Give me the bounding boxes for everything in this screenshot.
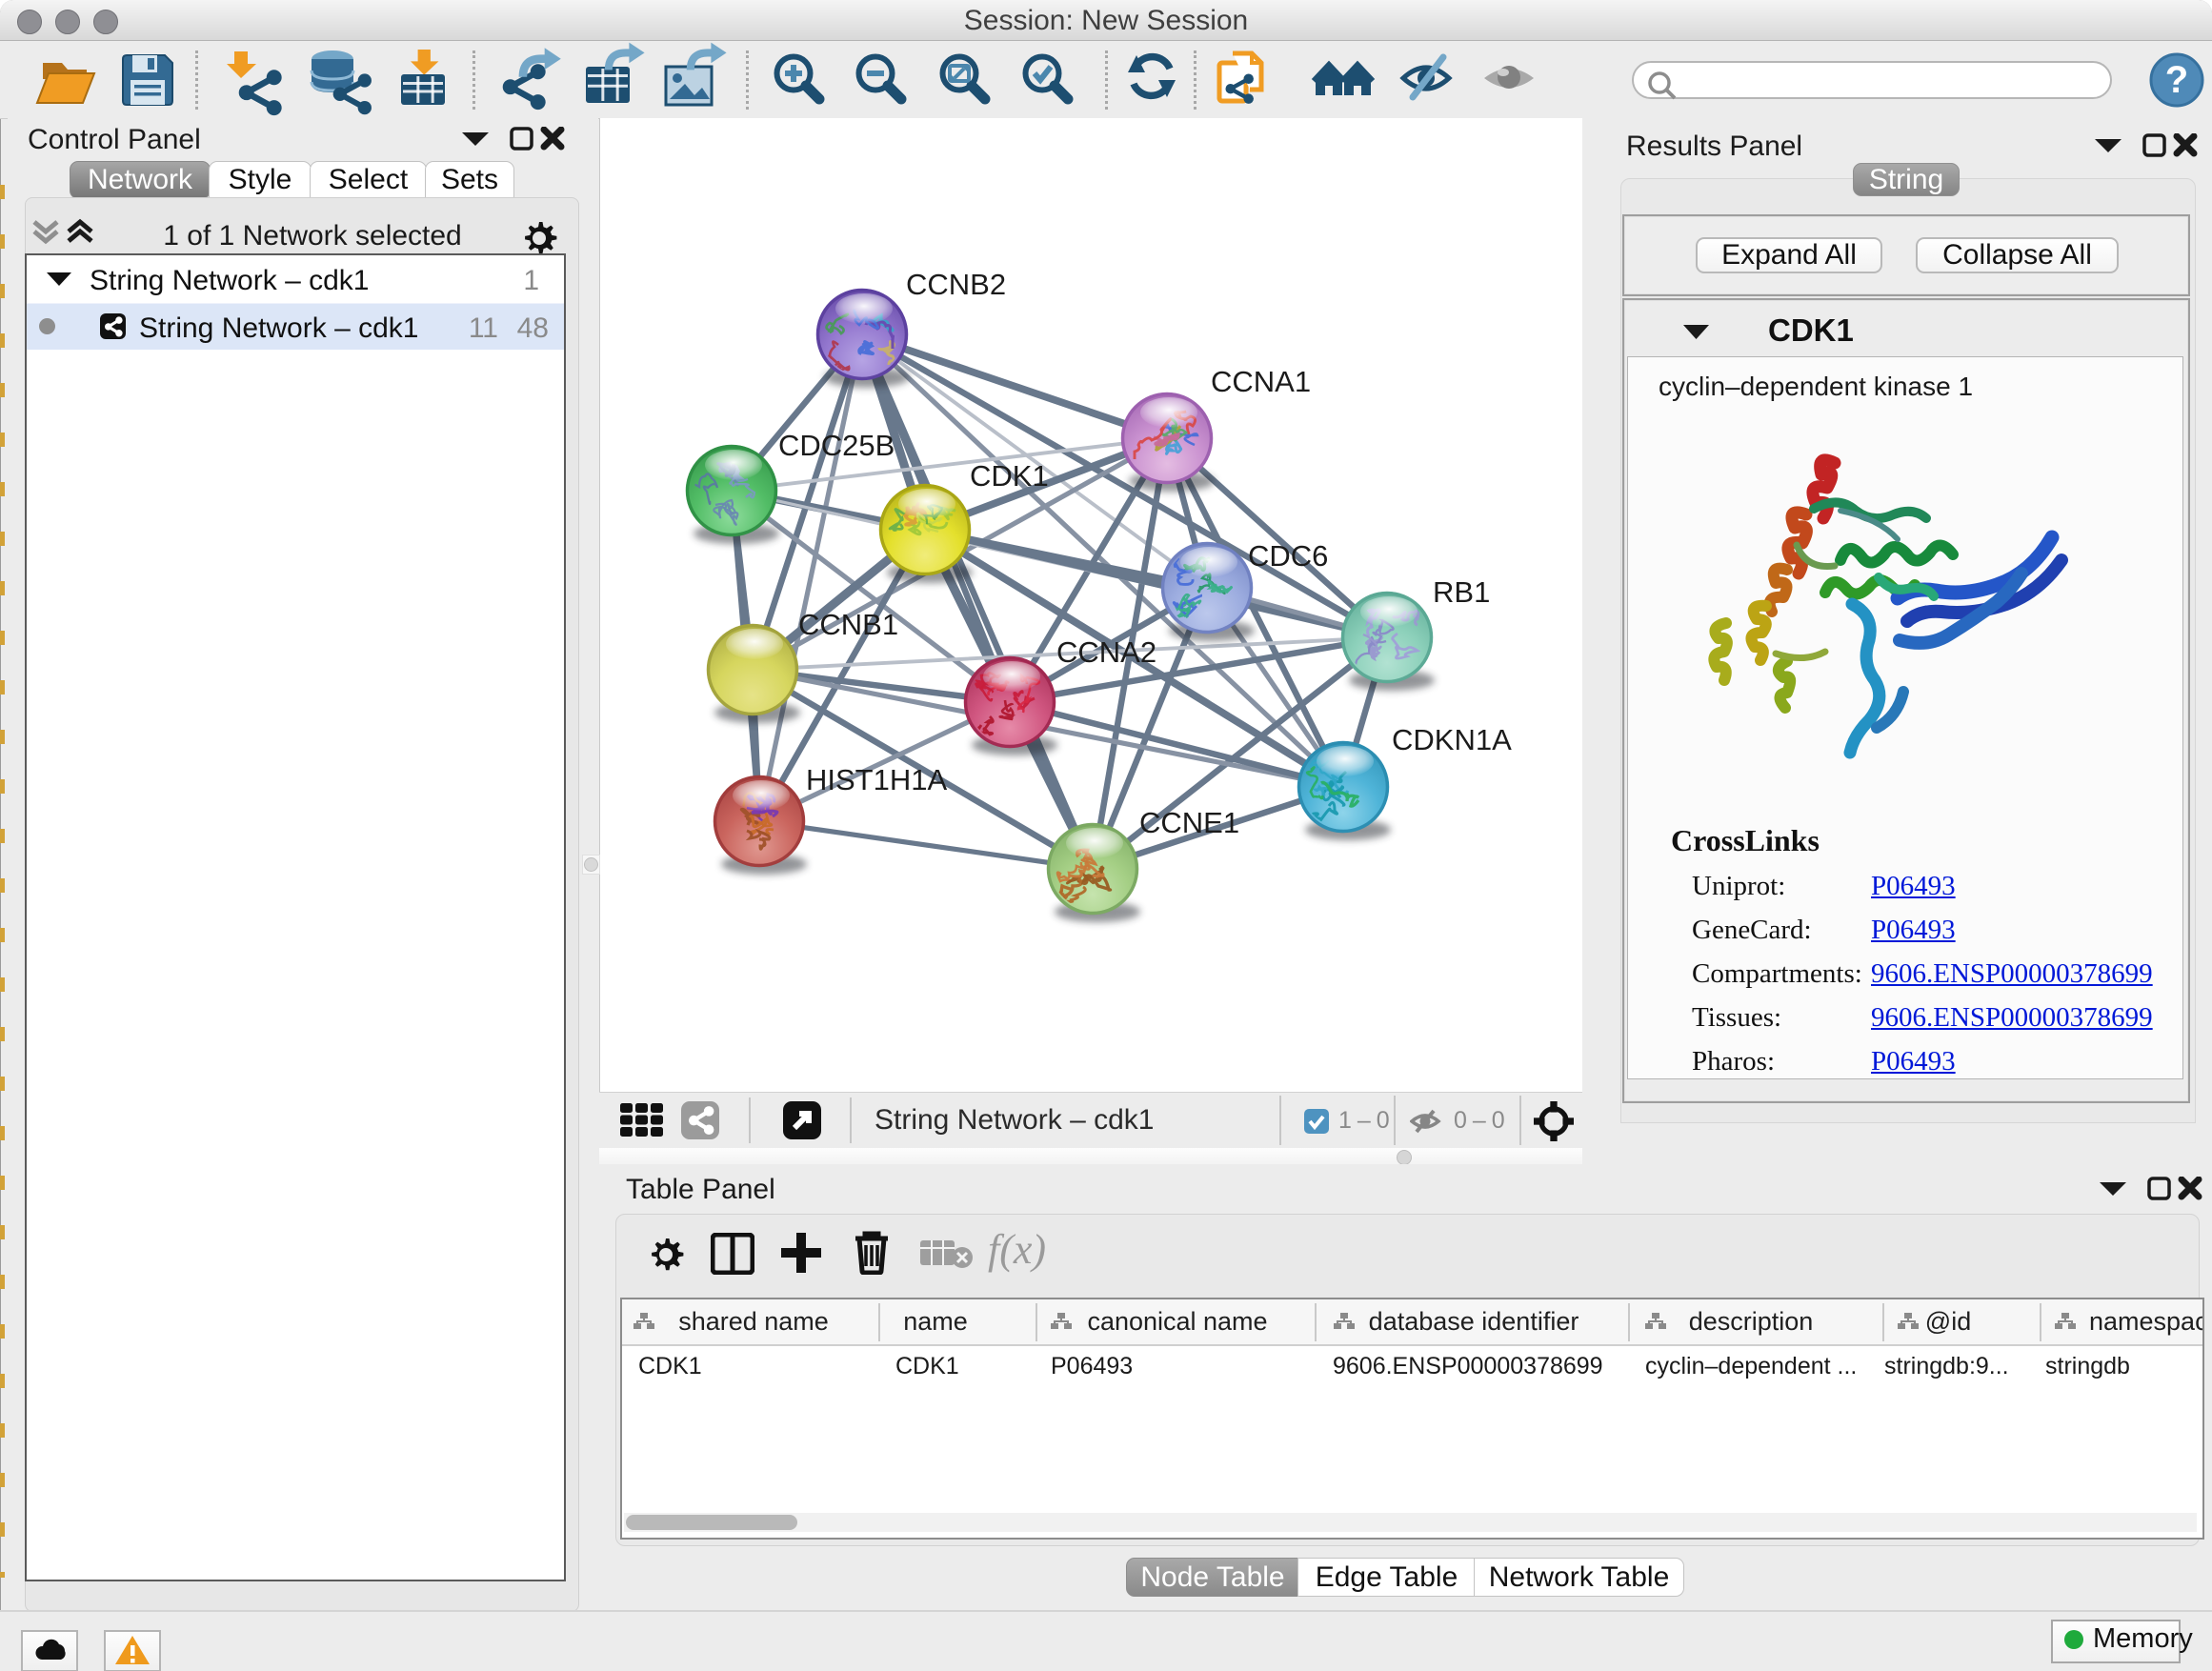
svg-text:CCNA1: CCNA1 — [1211, 365, 1311, 398]
svg-text:CDKN1A: CDKN1A — [1392, 723, 1512, 756]
svg-text:CCNB2: CCNB2 — [906, 268, 1006, 301]
svg-text:?: ? — [2165, 59, 2188, 101]
svg-text:CCNA2: CCNA2 — [1056, 635, 1156, 669]
svg-text:CDC25B: CDC25B — [778, 429, 895, 462]
svg-text:RB1: RB1 — [1433, 575, 1490, 609]
svg-text:CDC6: CDC6 — [1248, 539, 1328, 573]
svg-text:CCNE1: CCNE1 — [1139, 806, 1239, 839]
svg-text:CDK1: CDK1 — [970, 459, 1049, 493]
svg-text:HIST1H1A: HIST1H1A — [806, 763, 947, 796]
svg-text:CCNB1: CCNB1 — [798, 608, 898, 641]
